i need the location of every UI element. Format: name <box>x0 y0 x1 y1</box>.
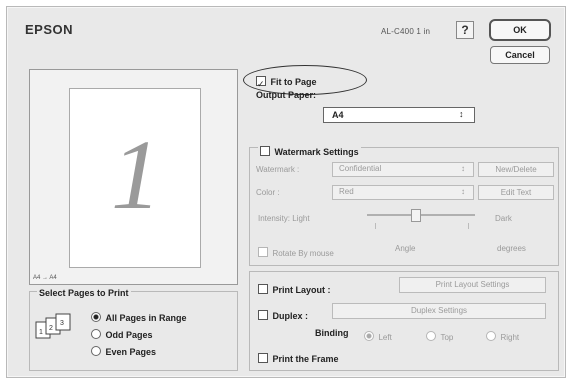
rotate-by-mouse-checkbox[interactable]: Rotate By mouse <box>258 243 334 261</box>
dropdown-arrow-icon: ↕ <box>459 109 464 119</box>
radio-odd-pages-label: Odd Pages <box>105 330 153 340</box>
binding-top-indicator[interactable] <box>426 330 436 341</box>
radio-even-pages-indicator[interactable] <box>91 345 101 356</box>
watermark-settings-check[interactable] <box>260 145 270 156</box>
watermark-select[interactable]: Confidential ↕ <box>332 162 474 177</box>
intensity-dark-label: Dark <box>495 214 512 223</box>
angle-label: Angle <box>395 244 416 253</box>
radio-odd-pages-indicator[interactable] <box>91 328 101 339</box>
svg-text:1: 1 <box>39 329 43 336</box>
slider-thumb[interactable] <box>411 209 421 222</box>
radio-odd-pages[interactable]: Odd Pages <box>91 325 152 343</box>
output-paper-select[interactable]: A4 ↕ <box>323 107 475 123</box>
preview-page-number: 1 <box>111 119 161 230</box>
watermark-settings-checkbox[interactable]: Watermark Settings <box>258 142 361 160</box>
radio-even-pages[interactable]: Even Pages <box>91 342 156 360</box>
binding-right-label: Right <box>500 333 520 342</box>
pages-icon: 1 2 3 <box>35 313 79 344</box>
svg-text:3: 3 <box>60 320 64 327</box>
paper-size-label: A4 → A4 <box>33 275 57 281</box>
watermark-select-value: Confidential <box>339 164 382 173</box>
dropdown-arrow-icon: ↕ <box>461 187 465 196</box>
dropdown-arrow-icon: ↕ <box>461 164 465 173</box>
slider-track <box>367 214 475 216</box>
watermark-settings-label: Watermark Settings <box>274 147 359 157</box>
cancel-button[interactable]: Cancel <box>490 46 550 64</box>
radio-all-pages-label: All Pages in Range <box>105 313 187 323</box>
duplex-check[interactable] <box>258 309 268 320</box>
color-select-value: Red <box>339 187 354 196</box>
print-frame-check[interactable] <box>258 352 268 363</box>
radio-all-pages-indicator[interactable] <box>91 311 101 322</box>
binding-right-indicator[interactable] <box>486 330 496 341</box>
output-paper-value: A4 <box>332 110 344 120</box>
slider-ticks <box>375 223 469 229</box>
degrees-label: degrees <box>497 244 526 253</box>
help-button[interactable]: ? <box>456 21 474 39</box>
fit-to-page-label: Fit to Page <box>270 77 317 87</box>
print-layout-check[interactable] <box>258 283 268 294</box>
printer-model-label: AL-C400 1 in <box>381 27 431 36</box>
intensity-label: Intensity: Light <box>258 214 310 223</box>
binding-label: Binding <box>315 328 349 338</box>
binding-left-radio[interactable]: Left <box>364 327 392 345</box>
fit-to-page-checkbox[interactable]: Fit to Page <box>256 72 316 90</box>
ok-button[interactable]: OK <box>489 19 551 41</box>
print-frame-label: Print the Frame <box>272 354 339 364</box>
duplex-checkbox[interactable]: Duplex : <box>258 306 308 324</box>
intensity-slider[interactable] <box>367 208 475 234</box>
binding-left-label: Left <box>378 333 392 342</box>
radio-even-pages-label: Even Pages <box>105 347 156 357</box>
fit-to-page-check[interactable] <box>256 75 266 86</box>
print-dialog: EPSON AL-C400 1 in ? OK Cancel 1 A4 → A4… <box>6 6 566 378</box>
color-select[interactable]: Red ↕ <box>332 185 474 200</box>
binding-top-radio[interactable]: Top <box>426 327 453 345</box>
binding-top-label: Top <box>440 333 454 342</box>
rotate-by-mouse-label: Rotate By mouse <box>272 249 334 258</box>
print-layout-label: Print Layout : <box>272 285 331 295</box>
rotate-by-mouse-check[interactable] <box>258 246 268 257</box>
color-label: Color : <box>256 188 280 197</box>
dialog-title: EPSON <box>25 22 74 37</box>
new-delete-button[interactable]: New/Delete <box>478 162 554 177</box>
edit-text-button[interactable]: Edit Text <box>478 185 554 200</box>
print-frame-checkbox[interactable]: Print the Frame <box>258 349 338 367</box>
output-paper-label: Output Paper: <box>256 90 316 100</box>
print-layout-settings-button[interactable]: Print Layout Settings <box>399 277 546 293</box>
duplex-label: Duplex : <box>272 311 308 321</box>
select-pages-title: Select Pages to Print <box>37 288 131 298</box>
binding-right-radio[interactable]: Right <box>486 327 519 345</box>
watermark-label: Watermark : <box>256 165 300 174</box>
svg-text:2: 2 <box>49 325 53 332</box>
radio-all-pages[interactable]: All Pages in Range <box>91 308 186 326</box>
binding-left-indicator[interactable] <box>364 330 374 341</box>
print-layout-checkbox[interactable]: Print Layout : <box>258 280 330 298</box>
duplex-settings-button[interactable]: Duplex Settings <box>332 303 546 319</box>
